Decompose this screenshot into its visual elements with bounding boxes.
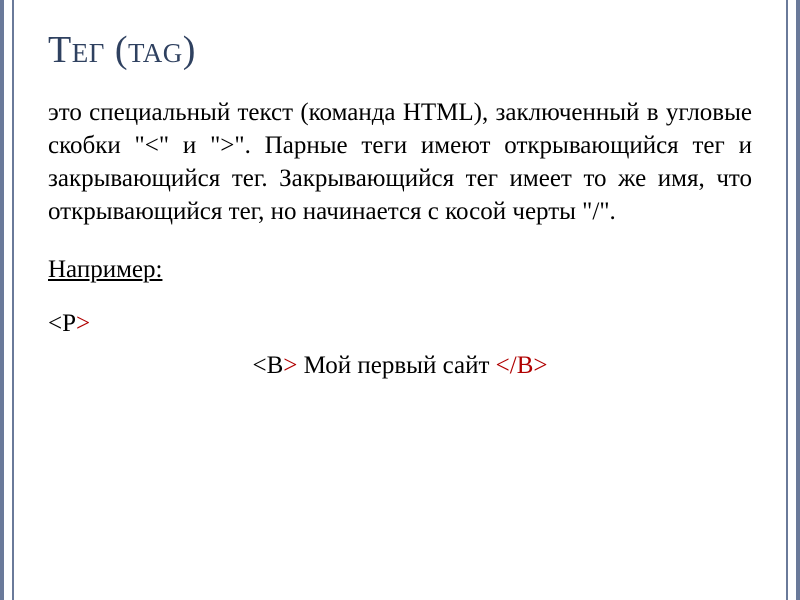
angle-open: <: [253, 352, 267, 379]
example-label: Например:: [48, 256, 752, 284]
example-content: Мой первый сайт: [297, 352, 495, 379]
angle-open: <: [496, 352, 510, 379]
tag-p-name: P: [62, 310, 76, 337]
example-tag-p: <P>: [48, 310, 752, 338]
tag-b-close: /B: [510, 352, 534, 379]
angle-open: <: [48, 310, 62, 337]
slide: Тег (tag) это специальный текст (команда…: [0, 0, 800, 600]
slide-title: Тег (tag): [48, 28, 752, 72]
angle-close: >: [76, 310, 90, 337]
angle-close: >: [283, 352, 297, 379]
angle-close: >: [533, 352, 547, 379]
example-tag-b: <B> Мой первый сайт </B>: [48, 352, 752, 380]
tag-b-name: B: [267, 352, 284, 379]
slide-body: это специальный текст (команда HTML), за…: [48, 96, 752, 228]
